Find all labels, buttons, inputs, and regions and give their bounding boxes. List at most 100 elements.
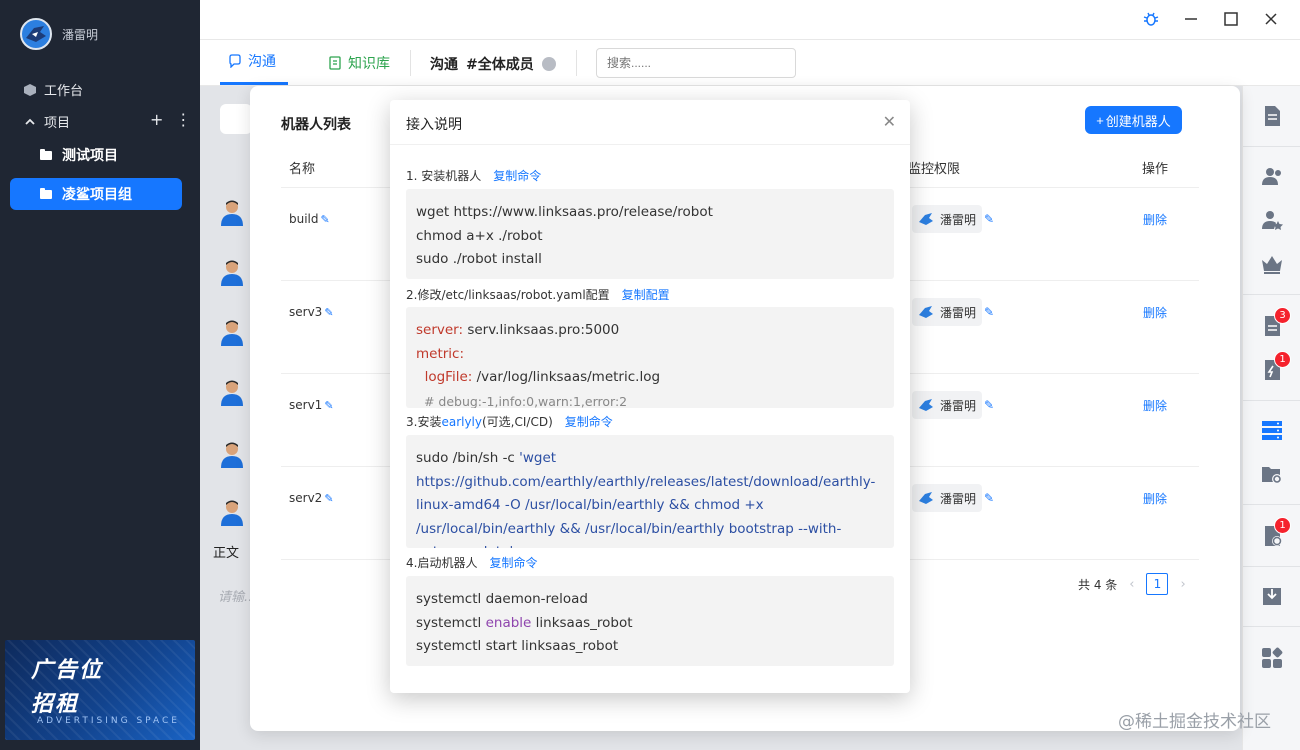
yaml-value: /var/log/linksaas/metric.log: [472, 369, 661, 385]
edit-icon[interactable]: ✎: [321, 213, 330, 226]
copy-command-link[interactable]: 复制命令: [565, 413, 613, 430]
code-line: systemctl enable linksaas_robot: [416, 612, 884, 636]
modal-title: 接入说明: [406, 117, 462, 133]
panel-title: 机器人列表: [281, 117, 351, 133]
edit-icon[interactable]: ✎: [984, 212, 994, 226]
search-input[interactable]: [596, 48, 796, 78]
step-label: 4.启动机器人: [406, 556, 478, 570]
document-icon[interactable]: [1260, 104, 1284, 128]
project-label: 测试项目: [62, 148, 118, 164]
book-icon: [329, 55, 341, 70]
chevron-left-icon[interactable]: ‹: [1129, 577, 1134, 592]
copy-config-link[interactable]: 复制配置: [622, 286, 670, 303]
robot-name: serv3: [289, 305, 323, 319]
yaml-key: logFile:: [416, 369, 473, 385]
delete-link[interactable]: 删除: [1143, 304, 1167, 321]
step-label: 3.安装earlyly(可选,CI/CD): [406, 413, 553, 430]
user-avatar[interactable]: [20, 18, 52, 50]
monitor-user-chip: 潘雷明: [912, 298, 983, 326]
members-icon[interactable]: [1260, 164, 1284, 188]
divider: [1243, 504, 1300, 505]
copy-command-link[interactable]: 复制命令: [489, 554, 537, 571]
step-post: (可选,CI/CD): [482, 415, 553, 429]
tab-label: 沟通: [248, 54, 276, 70]
edit-icon[interactable]: ✎: [984, 305, 994, 319]
divider: [1243, 294, 1300, 295]
delete-link[interactable]: 删除: [1143, 490, 1167, 507]
more-vertical-icon[interactable]: ⋮: [175, 110, 191, 129]
code-line: systemctl daemon-reload: [416, 591, 588, 607]
download-icon[interactable]: [1260, 584, 1284, 608]
member-avatar-icon: [221, 500, 243, 526]
step-3: 3.安装earlyly(可选,CI/CD) 复制命令: [406, 413, 613, 430]
edit-icon[interactable]: ✎: [324, 306, 333, 319]
member-avatar-icon: [221, 200, 243, 226]
tab-communication[interactable]: 沟通: [220, 40, 288, 85]
edit-icon[interactable]: ✎: [324, 399, 333, 412]
close-button[interactable]: [1262, 10, 1280, 28]
edit-icon[interactable]: ✎: [984, 491, 994, 505]
yaml-comment: # debug:-1,info:0,warn:1,error:2: [416, 393, 628, 409]
code-text: linksaas_robot: [531, 614, 633, 631]
server-icon[interactable]: [1260, 418, 1284, 442]
task-badge: 3: [1274, 307, 1291, 324]
chevron-right-icon[interactable]: ›: [1180, 577, 1185, 592]
member-icon[interactable]: [541, 57, 556, 71]
user-avatar-icon: [919, 213, 933, 225]
member-avatar-icon: [221, 260, 243, 286]
access-instructions-modal: 接入说明 ✕ 1. 安装机器人 复制命令 wget https://www.li…: [390, 100, 910, 693]
copy-command-link[interactable]: 复制命令: [493, 167, 541, 184]
yaml-key: server:: [416, 322, 464, 338]
page-number[interactable]: 1: [1146, 573, 1169, 595]
edit-icon[interactable]: ✎: [324, 492, 333, 505]
monitor-user-chip: 潘雷明: [912, 484, 983, 512]
folder-settings-icon[interactable]: [1260, 462, 1284, 486]
sidebar-project-test[interactable]: 测试项目: [10, 139, 182, 171]
monitor-user-name: 潘雷明: [940, 305, 977, 320]
bug-icon[interactable]: [1142, 10, 1160, 28]
code-line: logFile: /var/log/linksaas/metric.log: [416, 366, 884, 390]
table-row-name: serv2 ✎: [289, 491, 334, 505]
editor-tab-body[interactable]: 正文: [213, 542, 239, 561]
ad-banner[interactable]: 广告位 招租 ADVERTISING SPACE: [5, 640, 195, 740]
add-project-icon[interactable]: +: [150, 110, 163, 129]
edit-icon[interactable]: ✎: [984, 398, 994, 412]
table-row-name: build ✎: [289, 212, 330, 226]
maximize-button[interactable]: [1222, 10, 1240, 28]
sidebar-project-lingsha[interactable]: 凌鲨项目组: [10, 178, 182, 210]
code-line: metric:: [416, 343, 884, 367]
sidebar-item-workbench[interactable]: 工作台: [24, 80, 83, 99]
folder-icon: [40, 187, 52, 199]
divider: [390, 144, 910, 145]
code-line: server: serv.linksaas.pro:5000: [416, 319, 884, 343]
plus-icon: +: [1096, 112, 1104, 128]
delete-link[interactable]: 删除: [1143, 397, 1167, 414]
user-profile[interactable]: 潘雷明: [20, 18, 98, 50]
tab-knowledge-base[interactable]: 知识库: [328, 40, 390, 85]
create-robot-button[interactable]: + 创建机器人: [1085, 106, 1182, 134]
code-line: systemctl start linksaas_robot: [416, 638, 619, 654]
divider: [410, 50, 411, 76]
channel-name: #全体成员: [466, 57, 534, 73]
sidebar-item-projects[interactable]: 项目: [24, 112, 70, 131]
title-bar: [200, 0, 1300, 40]
project-actions: + ⋮: [150, 110, 191, 129]
crown-icon[interactable]: [1260, 252, 1284, 276]
minimize-button[interactable]: [1182, 10, 1200, 28]
step-4: 4.启动机器人 复制命令: [406, 554, 537, 571]
code-line: chmod a+x ./robot: [416, 227, 543, 244]
monitor-user-name: 潘雷明: [940, 491, 977, 506]
yaml-value: serv.linksaas.pro:5000: [463, 322, 620, 338]
code-line: sudo /bin/sh -c 'wget https://github.com…: [416, 447, 884, 548]
user-star-icon[interactable]: [1260, 208, 1284, 232]
step-label: 1. 安装机器人: [406, 169, 482, 183]
divider: [1243, 146, 1300, 147]
collapse-button[interactable]: [220, 104, 252, 134]
tab-label: 知识库: [348, 55, 390, 72]
code-prefix: sudo /bin/sh -c: [416, 450, 520, 466]
apps-icon[interactable]: [1260, 646, 1284, 670]
cube-icon: [24, 83, 36, 96]
pagination-total: 共 4 条: [1078, 577, 1118, 592]
delete-link[interactable]: 删除: [1143, 211, 1167, 228]
close-icon[interactable]: ✕: [883, 112, 896, 131]
